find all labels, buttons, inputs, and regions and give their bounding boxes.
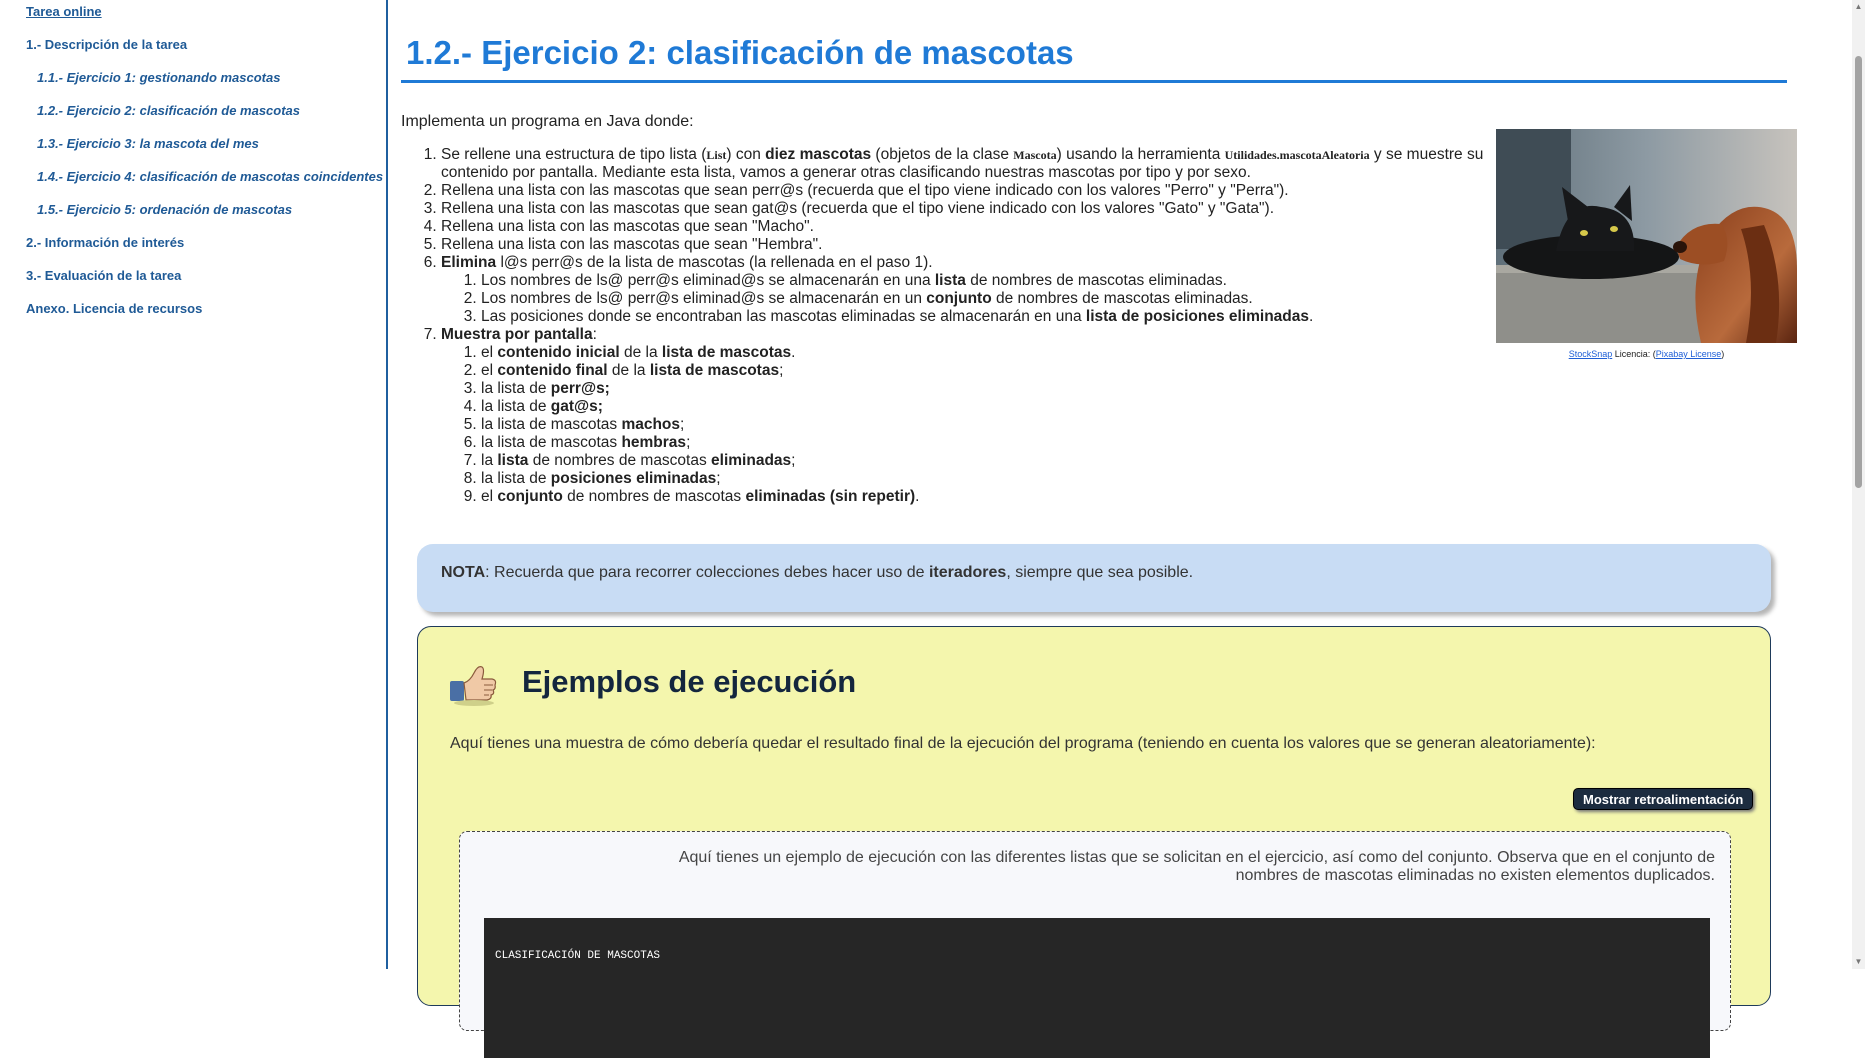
sidebar: Tarea online 1.- Descripción de la tarea… [0,0,388,969]
vertical-scrollbar[interactable]: ▲ ▼ [1852,0,1865,969]
sidebar-item-anexo[interactable]: Anexo. Licencia de recursos [0,300,386,317]
figure-caption: StockSnap Licencia: (Pixabay License) [1568,349,1725,359]
task-item-4: Rellena una lista con las mascotas que s… [441,218,1513,236]
console-output: CLASIFICACIÓN DE MASCOTAS [484,918,1710,1058]
subtask-item: Los nombres de ls@ perr@s eliminad@s se … [481,272,1513,290]
subtask-item: el contenido inicial de la lista de masc… [481,344,1513,362]
intro-text: Implementa un programa en Java donde: [401,113,694,130]
scroll-down-arrow-icon[interactable]: ▼ [1852,955,1865,969]
code-utilidades: Utilidades.mascotaAleatoria [1224,148,1370,162]
subtask-item: la lista de gat@s; [481,398,1513,416]
sidebar-nav-list: 1.- Descripción de la tarea 1.1.- Ejerci… [0,36,386,333]
task-sublist-6: Los nombres de ls@ perr@s eliminad@s se … [441,272,1513,326]
examples-box: Ejemplos de ejecución Aquí tienes una mu… [417,626,1771,1058]
subtask-item: el contenido final de la lista de mascot… [481,362,1513,380]
title-underline-divider [401,80,1787,83]
scroll-up-arrow-icon[interactable]: ▲ [1852,0,1865,14]
examples-description: Aquí tienes una muestra de cómo debería … [450,735,1596,752]
feedback-text: Aquí tienes un ejemplo de ejecución con … [678,849,1715,884]
examples-title: Ejemplos de ejecución [522,664,857,699]
code-list: List [706,148,727,162]
task-item-3: Rellena una lista con las mascotas que s… [441,200,1513,218]
sidebar-item-ejercicio-2[interactable]: 1.2.- Ejercicio 2: clasificación de masc… [0,102,386,119]
subtask-item: Los nombres de ls@ perr@s eliminad@s se … [481,290,1513,308]
sidebar-item-informacion[interactable]: 2.- Información de interés [0,234,386,251]
task-item-7: Muestra por pantalla: el contenido inici… [441,326,1513,506]
sidebar-item-ejercicio-4[interactable]: 1.4.- Ejercicio 4: clasificación de masc… [0,168,386,185]
task-item-5: Rellena una lista con las mascotas que s… [441,236,1513,254]
task-item-2: Rellena una lista con las mascotas que s… [441,182,1513,200]
show-feedback-button[interactable]: Mostrar retroalimentación [1573,788,1754,810]
scrollbar-thumb[interactable] [1855,56,1862,488]
subtask-item: el conjunto de nombres de mascotas elimi… [481,488,1513,506]
feedback-panel: Aquí tienes un ejemplo de ejecución con … [459,831,1731,1058]
note-text: NOTA: Recuerda que para recorrer colecci… [441,564,1194,581]
task-item-6: Elimina l@s perr@s de la lista de mascot… [441,254,1513,326]
code-mascota: Mascota [1013,148,1057,162]
thumbs-up-hand-icon [448,659,500,707]
note-box: NOTA: Recuerda que para recorrer colecci… [417,544,1771,612]
subtask-item: la lista de posiciones eliminadas; [481,470,1513,488]
subtask-item: la lista de mascotas machos; [481,416,1513,434]
task-list: Se rellene una estructura de tipo lista … [421,146,1513,506]
console-text: CLASIFICACIÓN DE MASCOTAS [495,950,661,962]
subtask-item: la lista de mascotas hembras; [481,434,1513,452]
main-content: 1.2.- Ejercicio 2: clasificación de masc… [401,0,1797,1058]
sidebar-item-ejercicio-3[interactable]: 1.3.- Ejercicio 3: la mascota del mes [0,135,386,152]
sidebar-item-ejercicio-5[interactable]: 1.5.- Ejercicio 5: ordenación de mascota… [0,201,386,218]
page-title: 1.2.- Ejercicio 2: clasificación de masc… [406,34,1074,71]
task-item-1: Se rellene una estructura de tipo lista … [441,146,1513,182]
stocksnap-link[interactable]: StockSnap [1569,349,1613,359]
sidebar-item-descripcion[interactable]: 1.- Descripción de la tarea [0,36,386,53]
sidebar-item-ejercicio-1[interactable]: 1.1.- Ejercicio 1: gestionando mascotas [0,69,386,86]
pets-figure: StockSnap Licencia: (Pixabay License) [1496,129,1797,359]
subtask-item: la lista de perr@s; [481,380,1513,398]
sidebar-item-evaluacion[interactable]: 3.- Evaluación de la tarea [0,267,386,284]
task-sublist-7: el contenido inicial de la lista de masc… [441,344,1513,506]
pixabay-license-link[interactable]: Pixabay License [1656,349,1722,359]
sidebar-top-link-tarea-online[interactable]: Tarea online [26,4,102,19]
cat-and-dog-photo [1496,129,1797,343]
subtask-item: Las posiciones donde se encontraban las … [481,308,1513,326]
subtask-item: la lista de nombres de mascotas eliminad… [481,452,1513,470]
